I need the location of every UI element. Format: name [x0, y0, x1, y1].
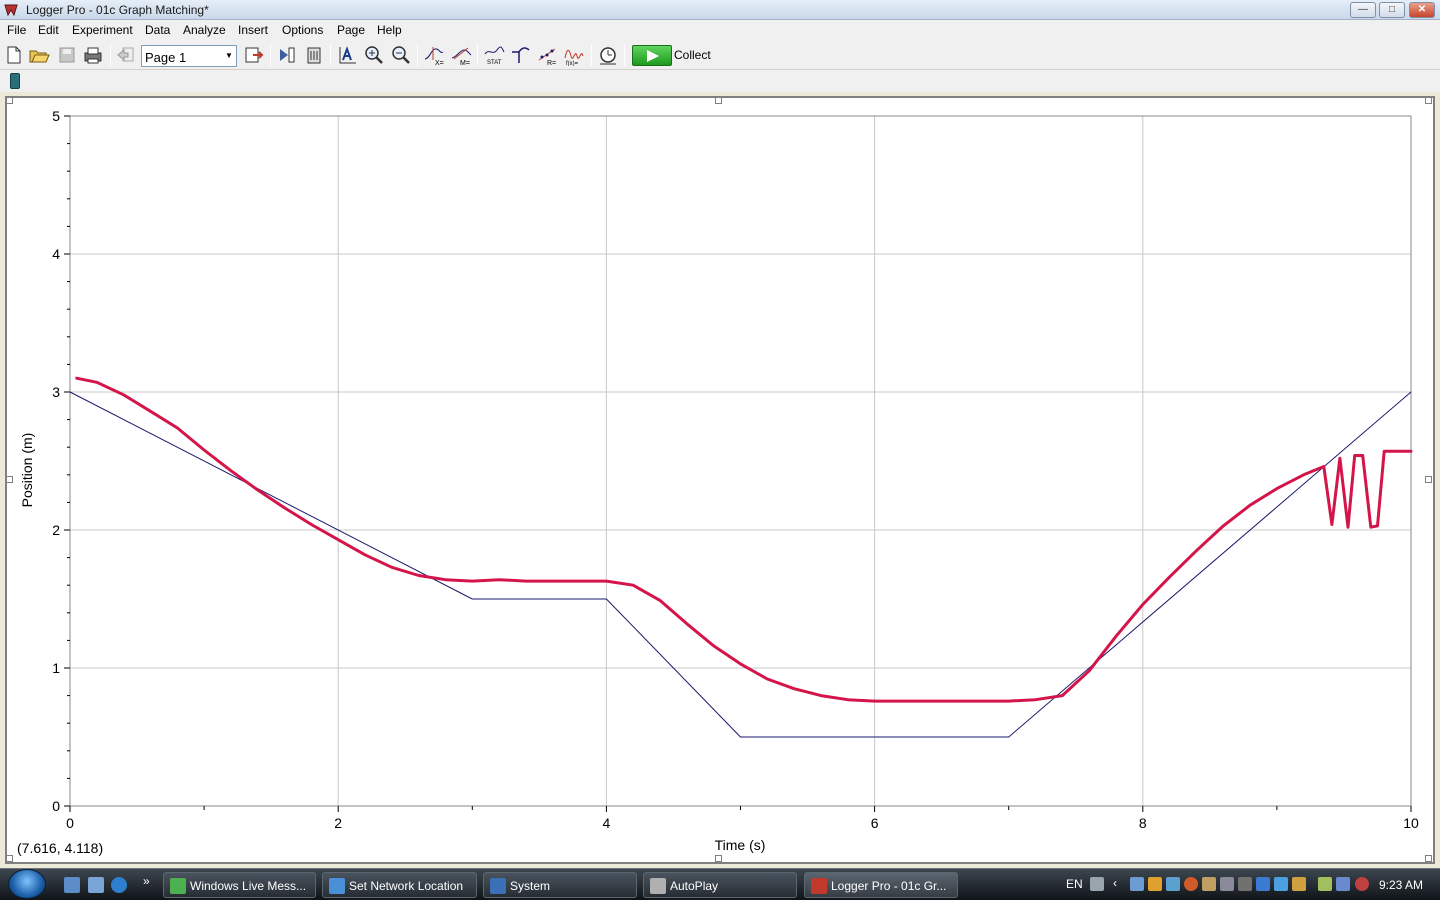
x-tick-label: 0 — [66, 815, 74, 831]
security-tray-icon[interactable] — [1148, 877, 1162, 891]
task-label: System — [510, 879, 551, 893]
keyboard-icon[interactable] — [1090, 877, 1104, 891]
tray-app-icon[interactable] — [1184, 877, 1198, 891]
y-tick-label: 5 — [52, 108, 60, 124]
task-set-network-location[interactable]: Set Network Location — [322, 872, 477, 898]
target-line-series — [69, 391, 1412, 738]
y-tick-label: 1 — [52, 660, 60, 676]
x-tick-label: 10 — [1403, 815, 1419, 831]
y-tick-label: 0 — [52, 798, 60, 814]
internet-explorer-icon[interactable] — [111, 877, 127, 893]
task-label: Logger Pro - 01c Gr... — [831, 879, 947, 893]
coordinate-readout: (7.616, 4.118) — [17, 840, 104, 856]
task-label: Windows Live Mess... — [190, 879, 307, 893]
axis-ticks: 0 2 4 6 8 10 0 1 2 3 4 5 — [52, 108, 1419, 831]
x-tick-label: 2 — [334, 815, 342, 831]
tray-app-icon[interactable] — [1202, 877, 1216, 891]
logger-pro-icon — [811, 878, 827, 894]
logger-pro-window: Logger Pro - 01c Graph Matching* — □ ✕ F… — [0, 0, 1440, 900]
language-indicator[interactable]: EN — [1066, 877, 1083, 891]
task-label: AutoPlay — [670, 879, 719, 893]
tray-app-icon[interactable] — [1274, 877, 1288, 891]
series-layer — [69, 376, 1413, 738]
tray-app-icon[interactable] — [1256, 877, 1270, 891]
tray-app-icon[interactable] — [1238, 877, 1252, 891]
show-desktop-icon[interactable] — [64, 877, 80, 893]
switch-windows-icon[interactable] — [88, 877, 104, 893]
task-windows-live-messenger[interactable]: Windows Live Mess... — [163, 872, 316, 898]
tray-app-icon[interactable] — [1318, 877, 1332, 891]
task-autoplay[interactable]: AutoPlay — [643, 872, 797, 898]
task-label: Set Network Location — [349, 879, 464, 893]
y-tick-label: 4 — [52, 246, 60, 262]
collected-data-series — [75, 376, 1413, 703]
x-tick-label: 4 — [603, 815, 611, 831]
system-icon — [490, 878, 506, 894]
start-button[interactable] — [8, 869, 46, 899]
task-logger-pro[interactable]: Logger Pro - 01c Gr... — [804, 872, 958, 898]
plot-area-border — [69, 115, 1412, 807]
network-status-icon[interactable] — [1336, 877, 1350, 891]
x-tick-label: 8 — [1139, 815, 1147, 831]
y-axis-label: Position (m) — [19, 433, 35, 508]
clock[interactable]: 9:23 AM — [1379, 878, 1423, 892]
x-axis-label: Time (s) — [715, 837, 766, 853]
tray-expand-icon[interactable]: ‹ — [1113, 876, 1117, 890]
volume-icon[interactable] — [1355, 877, 1369, 891]
task-system[interactable]: System — [483, 872, 637, 898]
y-tick-label: 3 — [52, 384, 60, 400]
grid — [69, 115, 1412, 807]
tray-app-icon[interactable] — [1220, 877, 1234, 891]
position-time-graph[interactable]: 0 2 4 6 8 10 0 1 2 3 4 5 Time (s) Position (m) — [0, 0, 1440, 868]
messenger-icon — [170, 878, 186, 894]
x-tick-label: 6 — [871, 815, 879, 831]
network-tray-icon[interactable] — [1130, 877, 1144, 891]
quick-launch-expand-icon[interactable]: » — [143, 874, 150, 888]
tray-app-icon[interactable] — [1292, 877, 1306, 891]
tray-app-icon[interactable] — [1166, 877, 1180, 891]
network-icon — [329, 878, 345, 894]
autoplay-icon — [650, 878, 666, 894]
y-tick-label: 2 — [52, 522, 60, 538]
